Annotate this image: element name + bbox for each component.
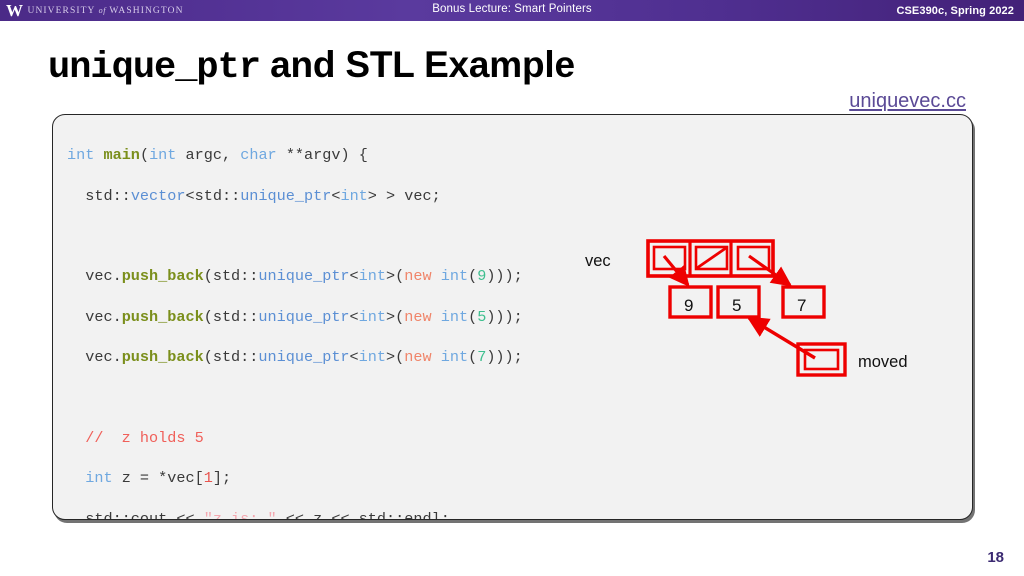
code-listing: int main(int argc, char **argv) { std::v… xyxy=(67,125,623,520)
code-line: std::vector<std::unique_ptr<int> > vec; xyxy=(67,186,441,205)
page-title-rest: and STL Example xyxy=(260,44,575,85)
page-title-mono: unique_ptr xyxy=(48,47,261,89)
code-line: vec.push_back(std::unique_ptr<int>(new i… xyxy=(67,348,523,367)
source-filename: uniquevec.cc xyxy=(849,90,966,112)
course-term-label: CSE390c, Spring 2022 xyxy=(896,5,1014,17)
lecture-title: Bonus Lecture: Smart Pointers xyxy=(432,3,592,15)
vec-label: vec xyxy=(585,252,611,270)
moved-label: moved xyxy=(858,353,908,371)
page-number: 18 xyxy=(987,549,1004,566)
code-line: vec.push_back(std::unique_ptr<int>(new i… xyxy=(67,307,523,326)
code-line: // z holds 5 xyxy=(67,428,204,447)
code-line: vec.push_back(std::unique_ptr<int>(new i… xyxy=(67,267,523,286)
page-title: unique_ptr and STL Example xyxy=(48,44,575,89)
code-line: std::cout << "z is: " << z << std::endl; xyxy=(67,509,450,520)
code-line: int z = *vec[1]; xyxy=(85,469,232,488)
code-block: int main(int argc, char **argv) { std::v… xyxy=(52,114,973,520)
code-line: int main(int argc, char **argv) { xyxy=(67,146,368,165)
top-header-bar: W UNIVERSITY of WASHINGTON Bonus Lecture… xyxy=(0,0,1024,23)
